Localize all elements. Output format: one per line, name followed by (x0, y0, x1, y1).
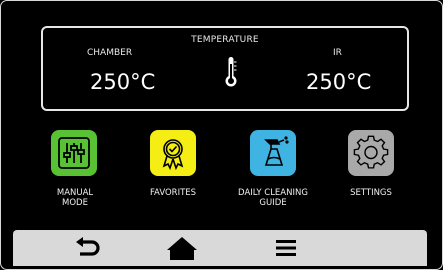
settings-label: SETTINGS (350, 188, 392, 198)
home-button[interactable] (162, 233, 202, 263)
hamburger-menu-icon (276, 240, 296, 256)
thermometer-icon (224, 56, 238, 88)
settings-button[interactable] (348, 130, 394, 176)
chamber-temperature-value: 250°C (90, 70, 156, 94)
back-button[interactable] (67, 233, 107, 263)
manual-mode-button[interactable] (51, 130, 97, 176)
favorites-button[interactable] (150, 130, 196, 176)
manual-mode-label: MANUAL MODE (56, 188, 94, 208)
gear-icon (353, 135, 389, 169)
ir-temperature-value: 250°C (306, 70, 372, 94)
home-icon (167, 237, 197, 260)
daily-cleaning-guide-label: DAILY CLEANING GUIDE (238, 188, 308, 208)
temperature-panel: TEMPERATURE CHAMBER IR 250°C 250°C (41, 26, 409, 111)
back-arrow-icon (76, 237, 100, 256)
favorites-label: FAVORITES (149, 188, 197, 198)
temperature-title: TEMPERATURE (191, 35, 259, 45)
ir-label: IR (333, 48, 342, 58)
sliders-icon (58, 137, 90, 169)
bottom-navigation-bar (13, 230, 427, 266)
chamber-label: CHAMBER (87, 48, 133, 58)
award-ribbon-icon (162, 139, 184, 171)
spray-bottle-icon (264, 136, 289, 166)
daily-cleaning-guide-button[interactable] (250, 130, 296, 176)
menu-button[interactable] (266, 233, 306, 263)
